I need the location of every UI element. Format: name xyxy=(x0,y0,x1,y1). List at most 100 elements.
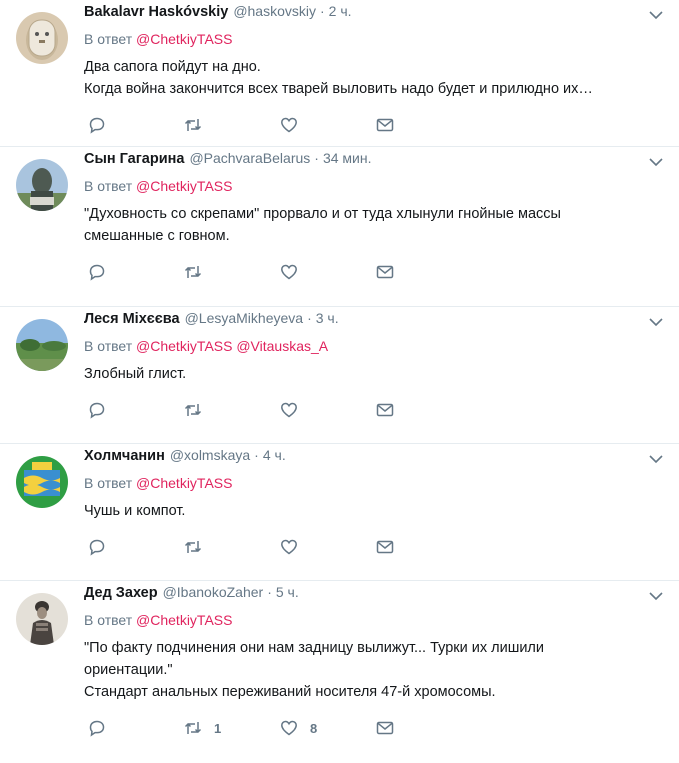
author-name[interactable]: Холмчанин xyxy=(84,448,165,464)
timestamp[interactable]: 5 ч. xyxy=(276,584,299,600)
message-icon xyxy=(376,265,394,279)
message-button[interactable] xyxy=(376,719,472,737)
separator: · xyxy=(314,150,319,166)
tweet-actions xyxy=(88,536,663,558)
author-handle[interactable]: @haskovskiy xyxy=(233,3,316,19)
like-button[interactable] xyxy=(280,116,376,134)
message-icon xyxy=(376,540,394,554)
message-button[interactable] xyxy=(376,116,472,134)
reply-button[interactable] xyxy=(88,538,184,556)
retweet-icon xyxy=(184,404,202,416)
message-button[interactable] xyxy=(376,401,472,419)
avatar[interactable] xyxy=(16,593,68,645)
avatar[interactable] xyxy=(16,12,68,64)
message-button[interactable] xyxy=(376,263,472,281)
reply-icon xyxy=(89,264,105,281)
reply-button[interactable] xyxy=(88,401,184,419)
mention-link[interactable]: @ChetkiyTASS xyxy=(136,475,232,491)
author-handle[interactable]: @LesyaMikheyeva xyxy=(185,310,304,326)
tweet-text: Два сапога пойдут на дно. Когда война за… xyxy=(84,56,663,100)
timestamp[interactable]: 4 ч. xyxy=(263,447,286,463)
reply-prefix: В ответ xyxy=(84,178,133,194)
avatar[interactable] xyxy=(16,159,68,211)
reply-icon xyxy=(89,539,105,556)
mention-link[interactable]: @Vitauskas_A xyxy=(236,338,328,354)
author-name[interactable]: Bakalavr Haskóvskiy xyxy=(84,4,228,20)
separator: · xyxy=(307,310,312,326)
tweet-actions xyxy=(88,114,663,136)
author-handle[interactable]: @xolmskaya xyxy=(170,447,250,463)
tweet-line: смешанные с говном. xyxy=(84,228,230,244)
tweet[interactable]: Холмчанин @xolmskaya · 4 ч. В ответ @Che… xyxy=(0,444,679,581)
tweet-line: "По факту подчинения они нам задницу выл… xyxy=(84,640,544,656)
tweet-line: Два сапога пойдут на дно. xyxy=(84,59,261,75)
reply-icon xyxy=(89,720,105,737)
timestamp[interactable]: 3 ч. xyxy=(316,310,339,326)
author-name[interactable]: Леся Міхєєва xyxy=(84,311,180,327)
tweet-line: Чушь и компот. xyxy=(84,503,186,519)
tweet-actions xyxy=(88,399,663,421)
tweet[interactable]: Bakalavr Haskóvskiy @haskovskiy · 2 ч. В… xyxy=(0,0,679,147)
retweet-button[interactable] xyxy=(184,116,280,134)
reply-icon xyxy=(89,402,105,419)
tweet[interactable]: Сын Гагарина @PachvaraBelarus · 34 мин. … xyxy=(0,147,679,307)
reply-icon xyxy=(89,117,105,134)
separator: · xyxy=(267,584,272,600)
chevron-down-icon[interactable] xyxy=(647,6,665,24)
tweet-actions: 1 8 xyxy=(88,717,663,739)
avatar[interactable] xyxy=(16,319,68,371)
like-count: 8 xyxy=(310,720,318,736)
author-handle[interactable]: @PachvaraBelarus xyxy=(189,150,310,166)
like-button[interactable] xyxy=(280,538,376,556)
mention-link[interactable]: @ChetkiyTASS xyxy=(136,338,232,354)
like-button[interactable] xyxy=(280,401,376,419)
tweet-line: Когда война закончится всех тварей вылов… xyxy=(84,81,593,97)
like-button[interactable]: 8 xyxy=(280,719,376,737)
retweet-icon xyxy=(184,541,202,553)
tweet-actions xyxy=(88,261,663,283)
avatar[interactable] xyxy=(16,456,68,508)
reply-prefix: В ответ xyxy=(84,338,133,354)
replies-feed: Bakalavr Haskóvskiy @haskovskiy · 2 ч. В… xyxy=(0,0,679,763)
retweet-count: 1 xyxy=(214,720,222,736)
reply-context: В ответ @ChetkiyTASS @Vitauskas_A xyxy=(84,338,663,358)
mention-link[interactable]: @ChetkiyTASS xyxy=(136,612,232,628)
tweet-line: Стандарт анальных переживаний носителя 4… xyxy=(84,684,496,700)
message-icon xyxy=(376,403,394,417)
retweet-button[interactable]: 1 xyxy=(184,719,280,737)
message-icon xyxy=(376,721,394,735)
reply-button[interactable] xyxy=(88,719,184,737)
like-icon xyxy=(281,402,297,418)
message-button[interactable] xyxy=(376,538,472,556)
tweet[interactable]: Леся Міхєєва @LesyaMikheyeva · 3 ч. В от… xyxy=(0,307,679,444)
separator: · xyxy=(320,3,325,19)
author-name[interactable]: Сын Гагарина xyxy=(84,151,184,167)
chevron-down-icon[interactable] xyxy=(647,587,665,605)
author-handle[interactable]: @IbanokoZaher xyxy=(163,584,264,600)
chevron-down-icon[interactable] xyxy=(647,313,665,331)
reply-button[interactable] xyxy=(88,116,184,134)
mention-link[interactable]: @ChetkiyTASS xyxy=(136,178,232,194)
timestamp[interactable]: 2 ч. xyxy=(329,3,352,19)
like-icon xyxy=(281,720,297,736)
mention-link[interactable]: @ChetkiyTASS xyxy=(136,31,232,47)
reply-prefix: В ответ xyxy=(84,475,133,491)
reply-context: В ответ @ChetkiyTASS xyxy=(84,475,663,495)
timestamp[interactable]: 34 мин. xyxy=(323,150,372,166)
tweet-text: Чушь и компот. xyxy=(84,500,663,522)
like-icon xyxy=(281,117,297,133)
author-name[interactable]: Дед Захер xyxy=(84,585,158,601)
tweet[interactable]: Дед Захер @IbanokoZaher · 5 ч. В ответ @… xyxy=(0,581,679,763)
chevron-down-icon[interactable] xyxy=(647,153,665,171)
reply-button[interactable] xyxy=(88,263,184,281)
like-button[interactable] xyxy=(280,263,376,281)
tweet-line: "Духовность со скрепами" прорвало и от т… xyxy=(84,206,561,222)
retweet-button[interactable] xyxy=(184,401,280,419)
reply-prefix: В ответ xyxy=(84,612,133,628)
reply-context: В ответ @ChetkiyTASS xyxy=(84,178,663,198)
chevron-down-icon[interactable] xyxy=(647,450,665,468)
tweet-text: Злобный глист. xyxy=(84,363,663,385)
retweet-button[interactable] xyxy=(184,263,280,281)
message-icon xyxy=(376,118,394,132)
retweet-button[interactable] xyxy=(184,538,280,556)
